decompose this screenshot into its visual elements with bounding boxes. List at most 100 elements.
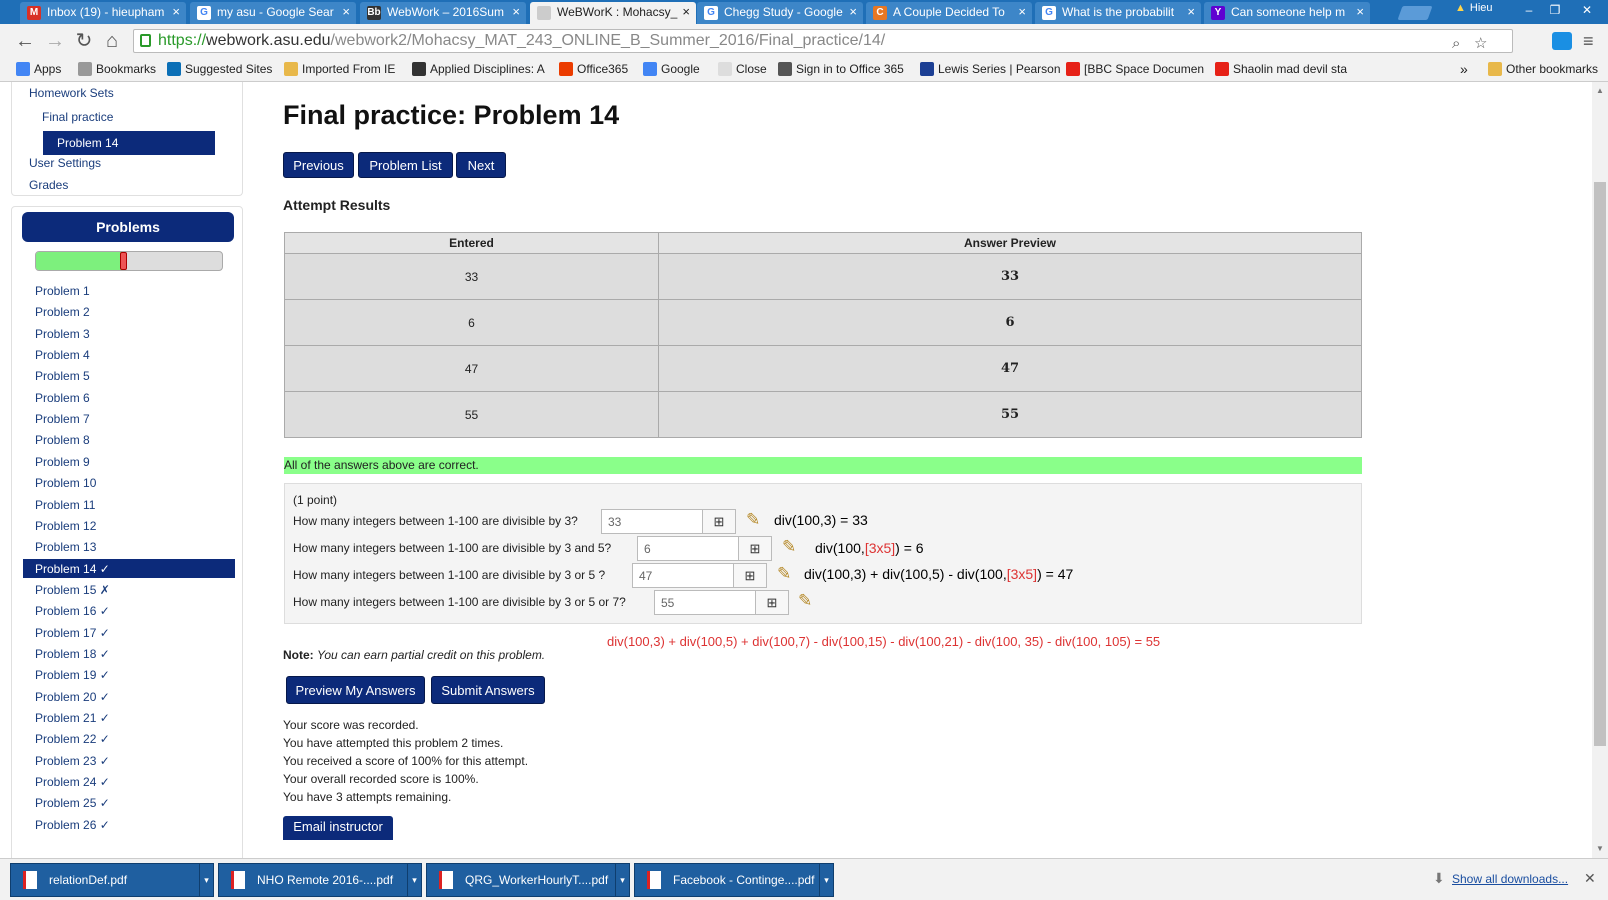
email-instructor-button[interactable]: Email instructor xyxy=(283,816,393,840)
problem-list-item[interactable]: Problem 22 ✓ xyxy=(23,729,235,748)
address-bar[interactable]: https://webwork.asu.edu/webwork2/Mohacsy… xyxy=(133,29,1513,53)
close-tab-icon[interactable]: × xyxy=(1018,4,1026,19)
homework-sets-link[interactable]: Homework Sets xyxy=(29,86,114,100)
bookmark-item[interactable]: Suggested Sites xyxy=(167,62,272,76)
page-scrollbar[interactable]: ▲ ▼ xyxy=(1592,82,1608,858)
home-icon[interactable]: ⌂ xyxy=(101,30,123,52)
scroll-up-icon[interactable]: ▲ xyxy=(1596,86,1604,95)
close-window-icon[interactable]: ✕ xyxy=(1576,2,1598,18)
problem-list-item[interactable]: Problem 9 xyxy=(23,452,235,471)
bookmark-item[interactable]: Close xyxy=(718,62,767,76)
chevron-down-icon[interactable]: ▾ xyxy=(615,864,629,896)
bookmark-item[interactable]: Sign in to Office 365 xyxy=(778,62,904,76)
close-downloads-icon[interactable]: ✕ xyxy=(1584,870,1596,887)
browser-tab[interactable]: WeBWorK : Mohacsy_ × xyxy=(530,2,696,24)
profile-button[interactable]: ▲ Hieu xyxy=(1455,2,1493,14)
problem-list-item[interactable]: Problem 8 xyxy=(23,430,235,449)
problem-list-item[interactable]: Problem 7 xyxy=(23,409,235,428)
scroll-down-icon[interactable]: ▼ xyxy=(1596,844,1604,853)
browser-tab[interactable]: Y Can someone help m × xyxy=(1204,2,1370,24)
cloud-extension-icon[interactable] xyxy=(1552,32,1572,50)
forward-arrow-icon[interactable]: → xyxy=(44,30,66,52)
bookmark-item[interactable]: Lewis Series | Pearson xyxy=(920,62,1061,76)
answer-2-input[interactable]: 6 xyxy=(637,536,739,561)
download-item[interactable]: NHO Remote 2016-....pdf ▾ xyxy=(218,863,422,897)
restore-icon[interactable]: ❐ xyxy=(1544,2,1566,18)
problem-list-item[interactable]: Problem 24 ✓ xyxy=(23,772,235,791)
problem-list-item[interactable]: Problem 4 xyxy=(23,345,235,364)
browser-tab[interactable]: G Chegg Study - Google × xyxy=(697,2,863,24)
problem-list-item[interactable]: Problem 13 xyxy=(23,537,235,556)
bookmark-item[interactable]: Apps xyxy=(16,62,61,76)
next-button[interactable]: Next xyxy=(456,152,506,178)
browser-tab[interactable]: Bb WebWork – 2016Sum × xyxy=(360,2,526,24)
problem-list-item[interactable]: Problem 10 xyxy=(23,473,235,492)
close-tab-icon[interactable]: × xyxy=(172,4,180,19)
menu-icon[interactable]: ≡ xyxy=(1583,31,1594,52)
close-tab-icon[interactable]: × xyxy=(849,4,857,19)
new-tab-button[interactable] xyxy=(1397,6,1433,20)
answer-3-input[interactable]: 47 xyxy=(632,563,734,588)
problem-list-item[interactable]: Problem 5 xyxy=(23,366,235,385)
show-all-downloads-link[interactable]: Show all downloads... xyxy=(1452,872,1568,886)
download-item[interactable]: relationDef.pdf ▾ xyxy=(10,863,214,897)
close-tab-icon[interactable]: × xyxy=(1187,4,1195,19)
bookmarks-overflow-button[interactable]: » xyxy=(1460,61,1468,77)
close-tab-icon[interactable]: × xyxy=(512,4,520,19)
back-arrow-icon[interactable]: ← xyxy=(14,30,36,52)
reload-icon[interactable]: ↻ xyxy=(73,30,95,52)
problem-list-item[interactable]: Problem 12 xyxy=(23,516,235,535)
previous-button[interactable]: Previous xyxy=(283,152,354,178)
problem-list-item[interactable]: Problem 23 ✓ xyxy=(23,751,235,770)
close-tab-icon[interactable]: × xyxy=(342,4,350,19)
bookmark-item[interactable]: [BBC Space Documen xyxy=(1066,62,1204,76)
problem-list-item[interactable]: Problem 1 xyxy=(23,281,235,300)
close-tab-icon[interactable]: × xyxy=(682,4,690,19)
answer-1-input[interactable]: 33 xyxy=(601,509,703,534)
bookmark-item[interactable]: Applied Disciplines: A xyxy=(412,62,545,76)
browser-tab[interactable]: C A Couple Decided To × xyxy=(866,2,1032,24)
chevron-down-icon[interactable]: ▾ xyxy=(819,864,833,896)
problem-list-item[interactable]: Problem 3 xyxy=(23,324,235,343)
close-tab-icon[interactable]: × xyxy=(1356,4,1364,19)
bookmark-item[interactable]: Bookmarks xyxy=(78,62,156,76)
final-practice-link[interactable]: Final practice xyxy=(42,110,113,124)
bookmark-item[interactable]: Shaolin mad devil sta xyxy=(1215,62,1347,76)
equation-editor-icon[interactable]: ⊞ xyxy=(755,590,789,615)
problem-list-item[interactable]: Problem 21 ✓ xyxy=(23,708,235,727)
chevron-down-icon[interactable]: ▾ xyxy=(407,864,421,896)
equation-editor-icon[interactable]: ⊞ xyxy=(738,536,772,561)
user-settings-link[interactable]: User Settings xyxy=(29,156,101,170)
problem-list-item[interactable]: Problem 11 xyxy=(23,495,235,514)
minimize-icon[interactable]: – xyxy=(1518,2,1540,18)
browser-tab[interactable]: G What is the probabilit × xyxy=(1035,2,1201,24)
bookmark-item[interactable]: Google xyxy=(643,62,700,76)
current-problem-link[interactable]: Problem 14 xyxy=(43,131,215,155)
other-bookmarks[interactable]: Other bookmarks xyxy=(1488,62,1598,76)
problem-list-item[interactable]: Problem 17 ✓ xyxy=(23,623,235,642)
scroll-thumb[interactable] xyxy=(1594,182,1606,746)
problem-list-item[interactable]: Problem 19 ✓ xyxy=(23,665,235,684)
problem-list-button[interactable]: Problem List xyxy=(358,152,453,178)
problem-list-item[interactable]: Problem 2 xyxy=(23,302,235,321)
problem-list-item[interactable]: Problem 16 ✓ xyxy=(23,601,235,620)
answer-4-input[interactable]: 55 xyxy=(654,590,756,615)
problem-list-item[interactable]: Problem 18 ✓ xyxy=(23,644,235,663)
grades-link[interactable]: Grades xyxy=(29,178,68,192)
problem-list-item[interactable]: Problem 15 ✗ xyxy=(23,580,235,599)
download-item[interactable]: Facebook - Continge....pdf ▾ xyxy=(634,863,834,897)
star-icon[interactable]: ☆ xyxy=(1474,33,1487,55)
problem-list-item[interactable]: Problem 6 xyxy=(23,388,235,407)
bookmark-item[interactable]: Imported From IE xyxy=(284,62,395,76)
problem-list-item[interactable]: Problem 14 ✓ xyxy=(23,558,235,578)
chevron-down-icon[interactable]: ▾ xyxy=(199,864,213,896)
submit-answers-button[interactable]: Submit Answers xyxy=(431,676,545,704)
browser-tab[interactable]: Gmy asu - Google Sear × xyxy=(190,2,356,24)
browser-tab[interactable]: M Inbox (19) - hieupham × xyxy=(20,2,186,24)
equation-editor-icon[interactable]: ⊞ xyxy=(733,563,767,588)
problem-list-item[interactable]: Problem 20 ✓ xyxy=(23,687,235,706)
bookmark-item[interactable]: Office365 xyxy=(559,62,628,76)
equation-editor-icon[interactable]: ⊞ xyxy=(702,509,736,534)
download-item[interactable]: QRG_WorkerHourlyT....pdf ▾ xyxy=(426,863,630,897)
search-icon[interactable]: ⌕ xyxy=(1452,33,1460,55)
